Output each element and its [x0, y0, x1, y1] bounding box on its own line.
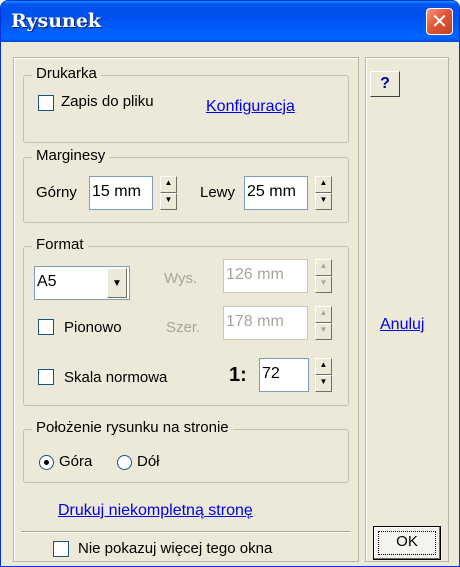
- spin-down-icon[interactable]: ▼: [315, 193, 332, 210]
- placement-top-label: Góra: [59, 453, 93, 470]
- bottom-separator: [21, 531, 351, 533]
- width-spinner: ▲ ▼: [315, 306, 332, 340]
- portrait-checkbox[interactable]: [38, 319, 54, 335]
- placement-bottom-label: Dół: [137, 453, 160, 470]
- scale-ratio-input[interactable]: 72: [259, 358, 309, 392]
- left-margin-input[interactable]: 25 mm: [244, 176, 308, 210]
- spin-down-icon: ▼: [315, 323, 332, 340]
- placement-top-radio[interactable]: [39, 455, 54, 470]
- scale-ratio-prefix: 1:: [229, 364, 247, 386]
- spin-down-icon[interactable]: ▼: [315, 375, 332, 392]
- width-label: Szer.: [166, 319, 201, 336]
- spin-down-icon: ▼: [315, 276, 332, 293]
- format-group-legend: Format: [32, 236, 88, 253]
- configuration-link[interactable]: Konfiguracja: [206, 98, 295, 116]
- right-panel: [365, 57, 449, 562]
- save-to-file-checkbox[interactable]: [38, 95, 54, 111]
- ok-button[interactable]: OK: [373, 526, 441, 560]
- left-margin-label: Lewy: [200, 184, 236, 201]
- spin-up-icon: ▲: [315, 259, 332, 276]
- dialog-window: Rysunek ✕ Drukarka Zapis do pliku Konfig…: [0, 0, 460, 567]
- paper-size-dropdown-button[interactable]: ▼: [107, 268, 127, 298]
- help-button[interactable]: ?: [370, 71, 400, 97]
- placement-bottom-radio[interactable]: [117, 455, 132, 470]
- spin-up-icon[interactable]: ▲: [315, 358, 332, 375]
- dont-show-again-label: Nie pokazuj więcej tego okna: [78, 540, 273, 557]
- portrait-label: Pionowo: [64, 319, 122, 336]
- title-bar[interactable]: Rysunek ✕: [1, 1, 459, 42]
- help-icon: ?: [380, 75, 390, 92]
- width-input: 178 mm: [223, 306, 308, 340]
- left-margin-spinner[interactable]: ▲ ▼: [315, 176, 332, 210]
- placement-group-legend: Położenie rysunku na stronie: [32, 419, 233, 436]
- close-icon: ✕: [431, 9, 448, 33]
- close-button[interactable]: ✕: [426, 8, 453, 35]
- top-margin-label: Górny: [36, 184, 77, 201]
- height-input: 126 mm: [223, 259, 308, 293]
- spin-up-icon[interactable]: ▲: [315, 176, 332, 193]
- spin-up-icon: ▲: [315, 306, 332, 323]
- dont-show-again-checkbox[interactable]: [53, 541, 69, 557]
- margins-group-legend: Marginesy: [32, 147, 110, 164]
- window-title: Rysunek: [11, 10, 102, 32]
- print-incomplete-page-link[interactable]: Drukuj niekompletną stronę: [58, 502, 253, 520]
- height-label: Wys.: [164, 270, 198, 287]
- ok-button-label: OK: [396, 533, 418, 550]
- normal-scale-checkbox[interactable]: [38, 369, 54, 385]
- spin-up-icon[interactable]: ▲: [160, 176, 177, 193]
- normal-scale-label: Skala normowa: [64, 369, 168, 386]
- scale-ratio-spinner[interactable]: ▲ ▼: [315, 358, 332, 392]
- spin-down-icon[interactable]: ▼: [160, 193, 177, 210]
- cancel-link[interactable]: Anuluj: [380, 316, 424, 334]
- printer-group-legend: Drukarka: [32, 65, 101, 82]
- chevron-down-icon: ▼: [112, 278, 122, 289]
- top-margin-input[interactable]: 15 mm: [89, 176, 153, 210]
- save-to-file-label: Zapis do pliku: [61, 93, 154, 110]
- height-spinner: ▲ ▼: [315, 259, 332, 293]
- top-margin-spinner[interactable]: ▲ ▼: [160, 176, 177, 210]
